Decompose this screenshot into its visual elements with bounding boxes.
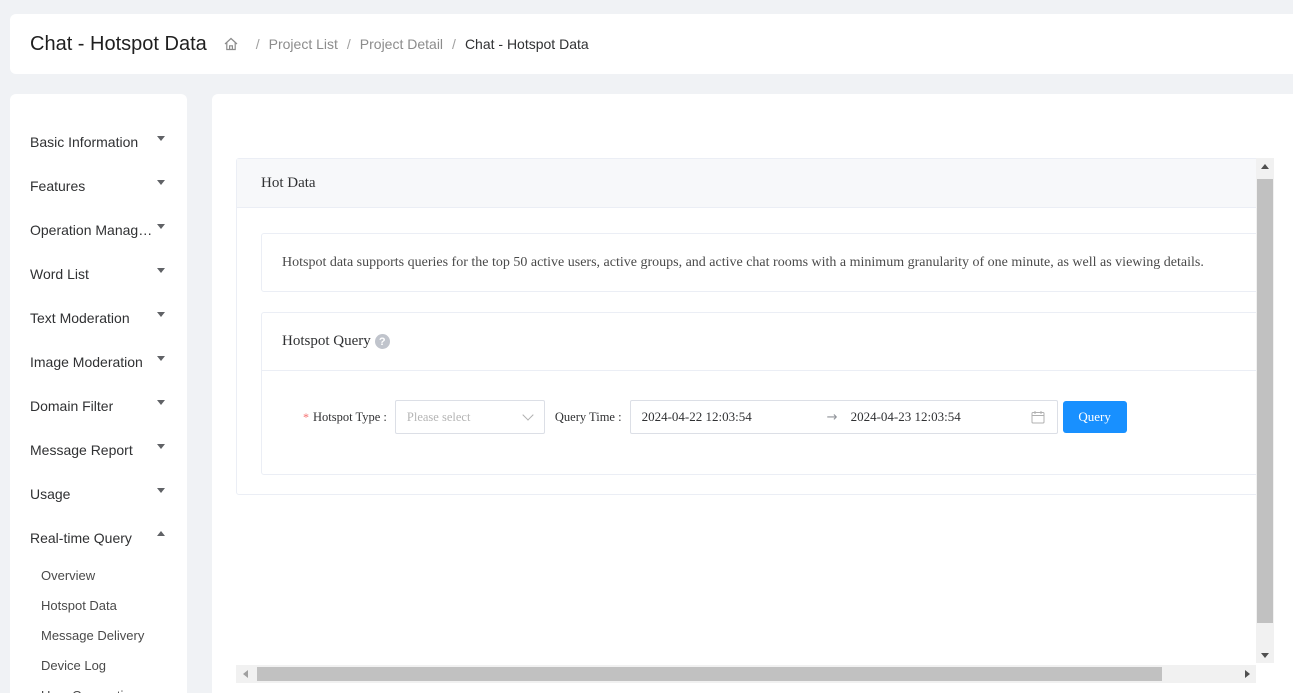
- caret-down-icon: [157, 136, 165, 141]
- calendar-icon[interactable]: [1031, 410, 1045, 424]
- hotspot-type-select[interactable]: Please select: [394, 400, 545, 434]
- page-header: Chat - Hotspot Data / Project List / Pro…: [10, 14, 1293, 74]
- sidebar-item-label: Message Report: [30, 442, 133, 458]
- caret-down-icon: [157, 488, 165, 493]
- date-range-picker[interactable]: 2024-04-22 12:03:54 → 2024-04-23 12:03:5…: [629, 400, 1058, 434]
- caret-down-icon: [157, 444, 165, 449]
- sidebar-item-features[interactable]: Features: [10, 164, 187, 208]
- info-text: Hotspot data supports queries for the to…: [282, 254, 1204, 270]
- breadcrumb-separator: /: [346, 36, 351, 52]
- sidebar-item-label: Word List: [30, 266, 89, 282]
- sidebar-item-message-report[interactable]: Message Report: [10, 428, 187, 472]
- query-card-title: Hotspot Query: [282, 333, 371, 349]
- query-button[interactable]: Query: [1062, 401, 1127, 433]
- sidebar-subitem-overview[interactable]: Overview: [10, 560, 187, 590]
- sidebar-subitem-hotspot-data[interactable]: Hotspot Data: [10, 590, 187, 620]
- help-icon[interactable]: ?: [374, 334, 390, 349]
- caret-up-icon: [157, 531, 165, 536]
- horizontal-scrollbar[interactable]: [236, 665, 1256, 683]
- scroll-right-icon[interactable]: [1245, 670, 1250, 678]
- sidebar-item-real-time-query[interactable]: Real-time Query: [10, 516, 187, 560]
- panel-title: Hot Data: [237, 159, 1256, 208]
- caret-down-icon: [157, 356, 165, 361]
- scrollbar-thumb[interactable]: [1257, 179, 1273, 623]
- sidebar-item-label: Text Moderation: [30, 310, 130, 326]
- range-arrow-icon: →: [826, 409, 838, 425]
- sidebar-item-word-list[interactable]: Word List: [10, 252, 187, 296]
- breadcrumb-separator: /: [255, 36, 260, 52]
- hotspot-query-card: Hotspot Query ? * Hotspot Type : Please …: [261, 312, 1256, 475]
- chevron-down-icon: [522, 409, 534, 421]
- start-time-input[interactable]: 2024-04-22 12:03:54: [642, 409, 752, 425]
- caret-down-icon: [157, 224, 165, 229]
- main-content: Hot Data Hotspot data supports queries f…: [212, 94, 1293, 693]
- select-placeholder: Please select: [406, 409, 471, 424]
- scroll-down-icon[interactable]: [1261, 653, 1269, 658]
- page-title: Chat - Hotspot Data: [30, 32, 207, 55]
- sidebar: Basic Information Features Operation Man…: [10, 94, 187, 693]
- scroll-viewport: Hot Data Hotspot data supports queries f…: [236, 158, 1256, 663]
- hot-data-panel: Hot Data Hotspot data supports queries f…: [236, 158, 1256, 495]
- breadcrumb-current: Chat - Hotspot Data: [464, 36, 589, 52]
- sidebar-item-label: Real-time Query: [30, 530, 132, 546]
- sidebar-item-label: Operation Management: [30, 222, 155, 238]
- sidebar-subitem-device-log[interactable]: Device Log: [10, 650, 187, 680]
- sidebar-item-basic-information[interactable]: Basic Information: [10, 120, 187, 164]
- query-form: * Hotspot Type : Please select Query Tim…: [262, 400, 1256, 434]
- sidebar-item-operation-management[interactable]: Operation Management: [10, 208, 187, 252]
- scroll-left-icon[interactable]: [243, 670, 248, 678]
- breadcrumb-separator: /: [452, 36, 456, 52]
- hotspot-type-label: Hotspot Type :: [313, 409, 387, 424]
- sidebar-item-label: Basic Information: [30, 134, 139, 150]
- caret-down-icon: [157, 312, 165, 317]
- breadcrumb-project-list[interactable]: Project List: [269, 36, 338, 52]
- required-mark: *: [303, 409, 309, 424]
- sidebar-subitem-message-delivery[interactable]: Message Delivery: [10, 620, 187, 650]
- sidebar-item-label: Domain Filter: [30, 398, 114, 414]
- vertical-scrollbar[interactable]: [1256, 158, 1274, 663]
- sidebar-item-text-moderation[interactable]: Text Moderation: [10, 296, 187, 340]
- caret-down-icon: [157, 400, 165, 405]
- query-time-label: Query Time :: [554, 409, 622, 424]
- scrollbar-thumb[interactable]: [257, 667, 1162, 681]
- breadcrumb: / Project List / Project Detail / Chat -…: [223, 36, 589, 52]
- sidebar-item-domain-filter[interactable]: Domain Filter: [10, 384, 187, 428]
- caret-down-icon: [157, 268, 165, 273]
- scroll-up-icon[interactable]: [1261, 164, 1269, 169]
- info-box: Hotspot data supports queries for the to…: [261, 233, 1256, 292]
- home-icon[interactable]: [223, 36, 239, 52]
- query-card-header: Hotspot Query ?: [262, 313, 1256, 371]
- sidebar-item-usage[interactable]: Usage: [10, 472, 187, 516]
- sidebar-item-label: Features: [30, 178, 86, 194]
- sidebar-item-label: Usage: [30, 486, 71, 502]
- end-time-input[interactable]: 2024-04-23 12:03:54: [851, 409, 961, 425]
- sidebar-subitem-user-connection[interactable]: User Connectio: [10, 680, 187, 693]
- caret-down-icon: [157, 180, 165, 185]
- breadcrumb-project-detail[interactable]: Project Detail: [360, 36, 443, 52]
- sidebar-item-label: Image Moderation: [30, 354, 143, 370]
- sidebar-item-image-moderation[interactable]: Image Moderation: [10, 340, 187, 384]
